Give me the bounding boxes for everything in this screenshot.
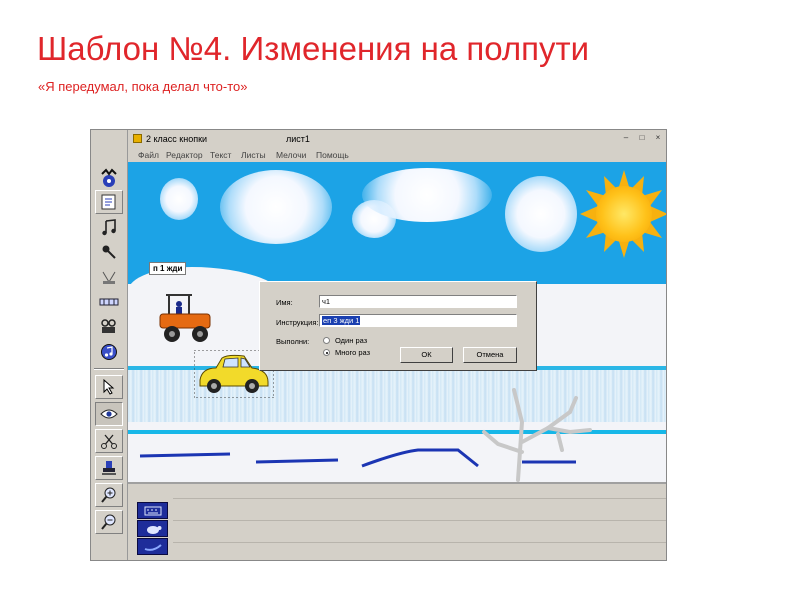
cloud: [505, 176, 577, 252]
sled-icon[interactable]: [137, 538, 168, 555]
music-icon[interactable]: [95, 215, 123, 239]
once-label: Один раз: [335, 336, 368, 345]
turtle-dialog: Имя: ч1 Инструкция: еп 3 жди 1 Выполни: …: [259, 281, 537, 371]
zoom-out-icon[interactable]: [95, 510, 123, 534]
slide-title: Шаблон №4. Изменения на полпути: [37, 30, 590, 67]
menu-text[interactable]: Текст: [210, 150, 231, 160]
cloud: [220, 170, 332, 244]
app-window: 2 класс кнопки лист1 – □ × Файл Редактор…: [128, 130, 666, 560]
name-value: ч1: [322, 297, 331, 306]
close-button[interactable]: ×: [652, 133, 664, 144]
many-radio[interactable]: [323, 349, 330, 356]
panel-rule: [173, 498, 666, 499]
instruction-field[interactable]: еп 3 жди 1: [319, 314, 517, 327]
toolbox-divider: [94, 368, 124, 370]
name-field[interactable]: ч1: [319, 295, 517, 308]
keyboard-icon[interactable]: [137, 502, 168, 519]
menu-bar: Файл Редактор Текст Листы Мелочи Помощь: [128, 148, 666, 162]
cd-icon[interactable]: [95, 340, 123, 364]
turtle-icon[interactable]: [137, 520, 168, 537]
tractor[interactable]: [156, 292, 216, 344]
cloud: [362, 168, 492, 222]
sheet-name: лист1: [286, 134, 310, 144]
panel-rule: [173, 520, 666, 521]
zoom-in-icon[interactable]: [95, 483, 123, 507]
projector-icon[interactable]: [95, 315, 123, 339]
minimize-button[interactable]: –: [620, 133, 632, 144]
measure-icon[interactable]: [95, 290, 123, 314]
sprite-label[interactable]: п 1 жди: [149, 262, 187, 275]
slide-subtitle: «Я передумал, пока делал что-то»: [38, 79, 248, 94]
road-lines: [139, 448, 576, 468]
printer-icon[interactable]: [95, 265, 123, 289]
drawing-canvas[interactable]: п 1 жди Имя: ч1 Инструкция: еп 3 жди 1 В…: [128, 162, 666, 482]
scissors-icon[interactable]: [95, 429, 123, 453]
sun: [596, 186, 652, 242]
menu-misc[interactable]: Мелочи: [276, 150, 306, 160]
app-icon: [133, 134, 142, 143]
name-label: Имя:: [276, 298, 293, 307]
notes-icon[interactable]: [95, 190, 123, 214]
instruction-value: еп 3 жди 1: [322, 316, 361, 325]
menu-sheets[interactable]: Листы: [241, 150, 266, 160]
menu-help[interactable]: Помощь: [316, 150, 349, 160]
cursor-icon[interactable]: [95, 375, 123, 399]
cancel-button[interactable]: Отмена: [463, 347, 517, 363]
execute-label: Выполни:: [276, 337, 310, 346]
ok-button[interactable]: ОК: [400, 347, 453, 363]
microphone-icon[interactable]: [95, 240, 123, 264]
character-icon[interactable]: [95, 166, 123, 190]
app-name: 2 класс кнопки: [146, 134, 208, 144]
app-screenshot: 2 класс кнопки лист1 – □ × Файл Редактор…: [90, 129, 667, 561]
many-label: Много раз: [335, 348, 371, 357]
eye-icon[interactable]: [95, 402, 123, 426]
panel-rule: [173, 542, 666, 543]
bottom-panel: [128, 482, 666, 560]
instruction-label: Инструкция:: [276, 318, 319, 327]
stamp-icon[interactable]: [95, 456, 123, 480]
maximize-button[interactable]: □: [636, 133, 648, 144]
title-bar: 2 класс кнопки лист1 – □ ×: [128, 130, 666, 148]
menu-file[interactable]: Файл: [138, 150, 159, 160]
menu-editor[interactable]: Редактор: [166, 150, 203, 160]
cloud: [160, 178, 198, 220]
toolbox: [91, 130, 128, 560]
once-radio[interactable]: [323, 337, 330, 344]
